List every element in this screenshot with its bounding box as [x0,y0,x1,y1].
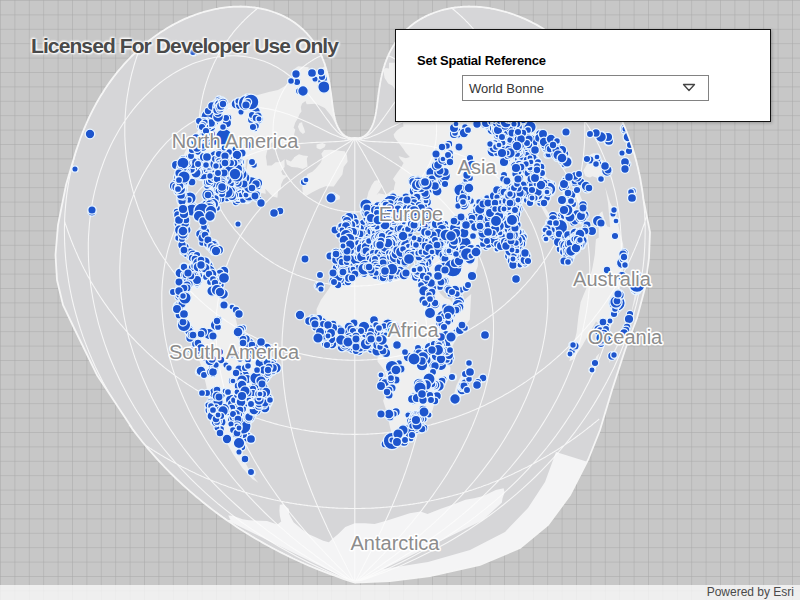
svg-text:Australia: Australia [573,268,652,290]
svg-text:South America: South America [169,341,300,363]
svg-text:Oceania: Oceania [588,326,663,348]
svg-text:Africa: Africa [387,319,439,341]
svg-text:North America: North America [172,130,300,152]
svg-text:Europe: Europe [379,203,444,225]
svg-text:Asia: Asia [458,156,498,178]
svg-text:Antarctica: Antarctica [351,532,441,554]
